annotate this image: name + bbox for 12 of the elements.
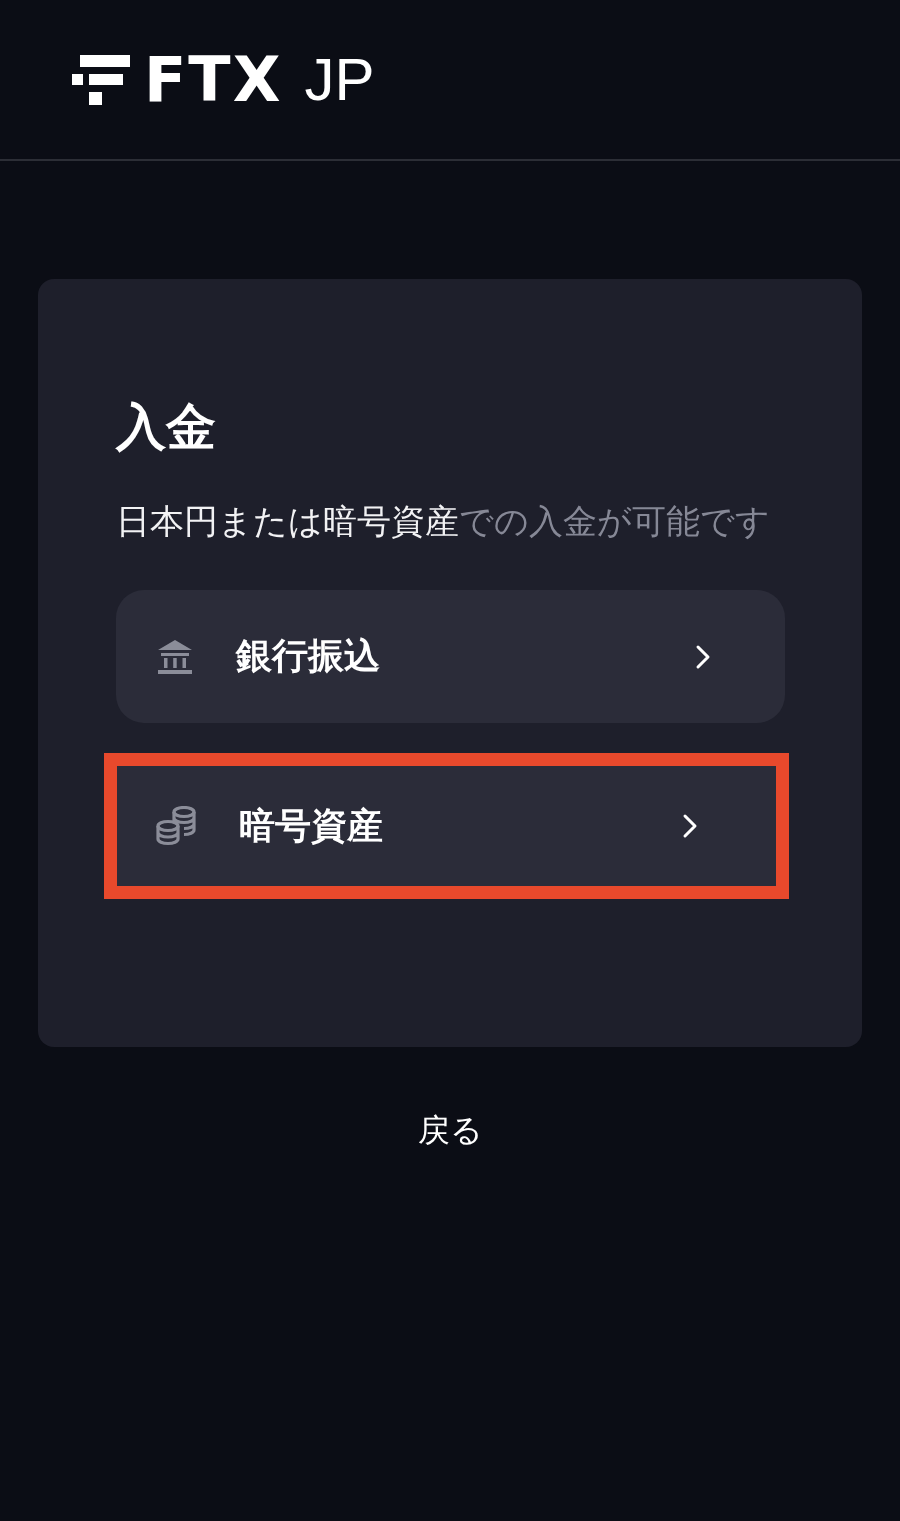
deposit-option[interactable]: 暗号資産 [104,753,789,899]
description-text: 日本円または暗号資産での入金が可能です [116,500,771,543]
logo-suffix: JP [304,49,375,110]
logo-text: FTX [144,48,283,111]
bank-icon [156,638,194,675]
back-link[interactable]: 戻る [417,1109,483,1153]
deposit-option[interactable]: 銀行振込 [116,590,785,723]
chevron-right-icon [695,643,711,670]
coins-icon [155,806,197,846]
logo-icon [72,54,130,105]
chevron-right-icon [682,813,698,839]
page-title: 入金 [116,397,217,457]
